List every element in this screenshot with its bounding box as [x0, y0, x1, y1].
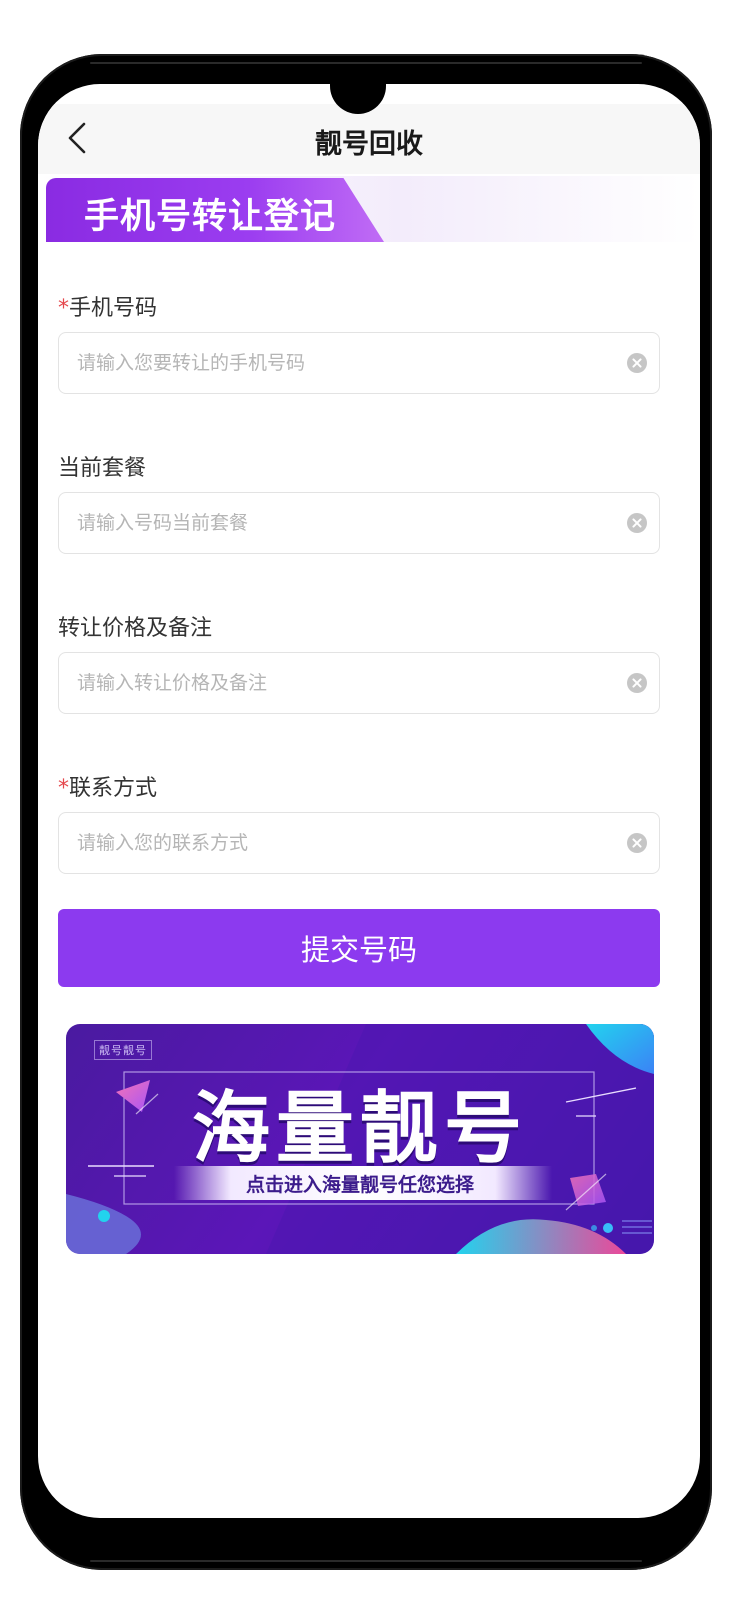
- promo-corner-label: 靓号靓号: [94, 1040, 152, 1060]
- page-title: 靓号回收: [315, 129, 423, 160]
- current-plan-field: [58, 492, 660, 554]
- price-notes-input[interactable]: [75, 653, 599, 713]
- price-notes-label: 转让价格及备注: [58, 610, 212, 642]
- clear-circle-icon[interactable]: [627, 673, 647, 693]
- required-marker: *: [58, 776, 69, 801]
- submit-number-button[interactable]: 提交号码: [58, 909, 660, 987]
- phone-screen: 靓号回收 手机号转让登记 *手机号码 当前套餐 转让价格及备注 *联系方式 提交…: [38, 84, 700, 1518]
- section-title-tab: 手机号转让登记: [46, 178, 384, 242]
- clear-circle-icon[interactable]: [627, 353, 647, 373]
- phone-number-field: [58, 332, 660, 394]
- current-plan-label-text: 当前套餐: [58, 456, 147, 481]
- phone-bezel-bottom: [90, 1560, 642, 1562]
- clear-circle-icon[interactable]: [627, 833, 647, 853]
- promo-banner[interactable]: 靓号靓号 海量靓号 点击进入海量靓号任您选择: [66, 1024, 654, 1254]
- section-title: 手机号转让登记: [84, 197, 337, 237]
- current-plan-input[interactable]: [75, 493, 599, 553]
- promo-headline: 海量靓号: [191, 1084, 528, 1174]
- promo-subtitle: 点击进入海量靓号任您选择: [245, 1174, 474, 1196]
- contact-field: [58, 812, 660, 874]
- clear-circle-icon[interactable]: [627, 513, 647, 533]
- phone-number-label-text: 手机号码: [69, 296, 158, 321]
- current-plan-label: 当前套餐: [58, 450, 146, 482]
- price-notes-label-text: 转让价格及备注: [58, 616, 213, 641]
- phone-number-label: *手机号码: [58, 290, 157, 322]
- phone-number-input[interactable]: [75, 333, 599, 393]
- required-marker: *: [58, 296, 69, 321]
- contact-input[interactable]: [75, 813, 599, 873]
- price-notes-field: [58, 652, 660, 714]
- contact-label: *联系方式: [58, 770, 157, 802]
- top-navbar: 靓号回收: [38, 104, 700, 174]
- contact-label-text: 联系方式: [69, 776, 158, 801]
